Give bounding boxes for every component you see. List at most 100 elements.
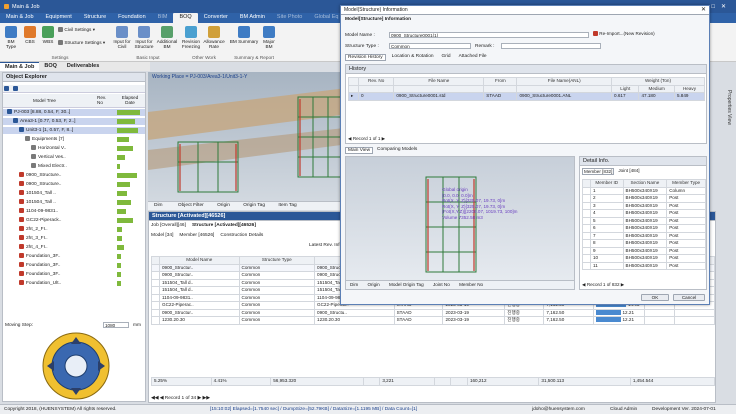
origin-button[interactable]: Origin — [217, 203, 230, 208]
cbs-button[interactable]: CBS — [22, 26, 38, 44]
structure-type-select[interactable]: Common — [389, 43, 471, 49]
detail-row[interactable]: 10 BH500x340X19 Post — [582, 254, 706, 263]
tab-model[interactable]: Model [34] — [151, 233, 173, 238]
detail-row[interactable]: 4 BH500x340X19 Post — [582, 209, 706, 218]
tab-converter[interactable]: Converter — [198, 13, 234, 23]
tab-member-detail[interactable]: Member [832] — [582, 168, 615, 175]
tab-structure-activated[interactable]: Structure [Activated][46526] — [192, 223, 256, 228]
hcol-file[interactable]: File Name — [393, 77, 485, 86]
tab-location-rotation[interactable]: Location & Rotation — [390, 54, 436, 61]
structure-row[interactable]: 1230.20.30 Common 1230.20.30 STAAD 2023-03-1… — [151, 316, 715, 325]
additional-bm-button[interactable]: Additional BM — [156, 26, 178, 49]
tree-item[interactable]: 0900_Structure.. — [3, 172, 145, 179]
expand-icon[interactable] — [4, 86, 9, 91]
subtab-deliverables[interactable]: Deliverables — [62, 62, 104, 71]
col-structure-type[interactable]: Structure Type — [238, 256, 316, 265]
subtab-main-job[interactable]: Main & Job — [0, 62, 40, 71]
tree-item[interactable]: Area3-1 [0.77, 0.53, F, 2..] — [3, 118, 145, 125]
tab-job-overall[interactable]: Job [Overall][46] — [151, 223, 186, 228]
tree-item[interactable]: PJ-003 [8.88, 0.54, F, 30..] — [3, 109, 145, 116]
hcol-anl[interactable]: File Name(ANL) — [516, 77, 613, 86]
detail-row[interactable]: 5 BH500x340X19 Post — [582, 216, 706, 225]
dcol-member-id[interactable]: Member ID — [590, 179, 624, 188]
detail-row[interactable]: 8 BH500x340X19 Post — [582, 239, 706, 248]
tree-item[interactable]: Mixed Electr.. — [3, 163, 145, 170]
tree-item[interactable]: 2ht_2_FI.. — [3, 226, 145, 233]
tab-revision-history[interactable]: Revision History — [345, 54, 386, 61]
remark-input[interactable] — [501, 43, 601, 49]
structure-settings-button[interactable]: Structure Settings ▾ — [58, 40, 110, 46]
reimport-button[interactable]: Re-Import...(New Revision) — [593, 31, 667, 38]
structure-row[interactable]: 0900_Structur..Common0900_Structu..STAAD… — [151, 308, 715, 317]
hcol-rev[interactable]: Rev. No — [357, 77, 395, 86]
tree-item[interactable]: Foundation_3F.. — [3, 253, 145, 260]
view-origin-button[interactable]: Origin — [367, 282, 379, 287]
tab-main-view[interactable]: Main View — [345, 147, 374, 154]
tab-joint-detail[interactable]: Joint [484] — [618, 168, 639, 175]
tree-item[interactable]: 2ht_4_FI.. — [3, 244, 145, 251]
tab-boq[interactable]: BOQ — [173, 13, 198, 23]
hcol-from[interactable]: From — [483, 77, 518, 86]
origin-tag-button[interactable]: Origin Tag — [243, 203, 265, 208]
tab-structure[interactable]: Structure — [78, 13, 112, 23]
tree-item[interactable]: Horizontal V.. — [3, 145, 145, 152]
dim-button[interactable]: Dim — [154, 203, 163, 208]
detail-row[interactable]: 2 BH500x340X19 Post — [582, 194, 706, 203]
detail-row[interactable]: 1 BH500x340X19 Column — [582, 186, 706, 195]
dcol-member-type[interactable]: Member Type — [666, 179, 706, 188]
object-filter-button[interactable]: Object Filter — [178, 203, 204, 208]
revision-freezing-button[interactable]: Revision Freezing — [180, 26, 202, 49]
tab-equipment[interactable]: Equipment — [40, 13, 78, 23]
navigation-wheel[interactable] — [41, 331, 111, 401]
ok-button[interactable]: OK — [641, 294, 669, 301]
tab-bm-admin[interactable]: BM Admin — [234, 13, 271, 23]
tree-item[interactable]: 1104-09-9831.. — [3, 208, 145, 215]
history-record-nav[interactable]: ◀ Record 1 of 1 ▶ — [348, 136, 385, 142]
tree-item[interactable]: Foundation_3F.. — [3, 262, 145, 269]
detail-row[interactable]: 11 BH500x340X19 Post — [582, 261, 706, 270]
tab-attached-file[interactable]: Attached File — [457, 54, 489, 61]
bm-type-button[interactable]: BM Type — [2, 26, 20, 49]
tab-main-job[interactable]: Main & Job — [0, 13, 40, 23]
detail-row[interactable]: 3 BH500x340X19 Post — [582, 201, 706, 210]
col-model-name[interactable]: Model Name — [159, 256, 240, 265]
collapse-icon[interactable] — [12, 86, 18, 91]
cancel-button[interactable]: Cancel — [673, 294, 705, 301]
tree-item[interactable]: Unit3-1 [1, 0.57, F, 8..] — [3, 127, 145, 134]
tree-item[interactable]: Vertical Ves.. — [3, 154, 145, 161]
subtab-boq[interactable]: BOQ — [39, 62, 62, 71]
tree-item[interactable]: 101504_Tall .. — [3, 190, 145, 197]
tree-item[interactable]: Foundation_Ult.. — [3, 280, 145, 287]
dcol-section-name[interactable]: Section Name — [622, 179, 668, 188]
tree-item[interactable]: Equipments [7] — [3, 136, 145, 143]
history-row[interactable]: ▸ 0 0900_Structure0001.std STAAD 0900_Struct… — [348, 92, 706, 101]
tree-item[interactable]: 2ht_3_FI.. — [3, 235, 145, 242]
tree-item[interactable]: GC22-Piperack.. — [3, 217, 145, 224]
input-structure-button[interactable]: Input for Structure — [133, 26, 155, 49]
tab-member[interactable]: Member [46526] — [179, 233, 214, 238]
allowance-rate-button[interactable]: Allowance Rate — [203, 26, 225, 49]
detail-row[interactable]: 7 BH500x340X19 Post — [582, 231, 706, 240]
tab-bim[interactable]: BIM — [152, 13, 174, 23]
tab-grid[interactable]: Grid — [440, 54, 453, 61]
tab-comparing-models[interactable]: Comparing Models — [377, 147, 417, 154]
view-model-origin-tag-button[interactable]: Model Origin Tag — [389, 282, 424, 287]
detail-row[interactable]: 9 BH500x340X19 Post — [582, 246, 706, 255]
tree-item[interactable]: 101504_Tall .. — [3, 199, 145, 206]
properties-view-tab[interactable]: Properties View — [726, 90, 732, 125]
tab-foundation[interactable]: Foundation — [112, 13, 152, 23]
view-dim-button[interactable]: Dim — [350, 282, 358, 287]
structure-record-nav[interactable]: ◀◀ ◀ Record 1 of 34 ▶ ▶▶ — [151, 396, 210, 401]
civil-settings-button[interactable]: Civil Settings ▾ — [58, 27, 104, 33]
tree-item[interactable]: 0900_Structure.. — [3, 181, 145, 188]
bm-summary-button[interactable]: BM Summary — [229, 26, 259, 44]
detail-record-nav[interactable]: ◀ Record 1 of 832 ▶ — [582, 282, 624, 288]
model-name-input[interactable]: 0900_Structure0001(1) — [389, 32, 589, 38]
view-member-no-button[interactable]: Member No — [459, 282, 483, 287]
detail-row[interactable]: 6 BH500x340X19 Post — [582, 224, 706, 233]
tab-construction-details[interactable]: Construction Details — [220, 233, 263, 238]
tree-item[interactable]: Foundation_3F.. — [3, 271, 145, 278]
wbs-button[interactable]: WBS — [40, 26, 56, 44]
tab-site-photo[interactable]: Site Photo — [271, 13, 308, 23]
main-view-viewport[interactable]: Global origin [0.0, 0.0, 0.0]m Rot(X, Y,… — [345, 156, 575, 290]
